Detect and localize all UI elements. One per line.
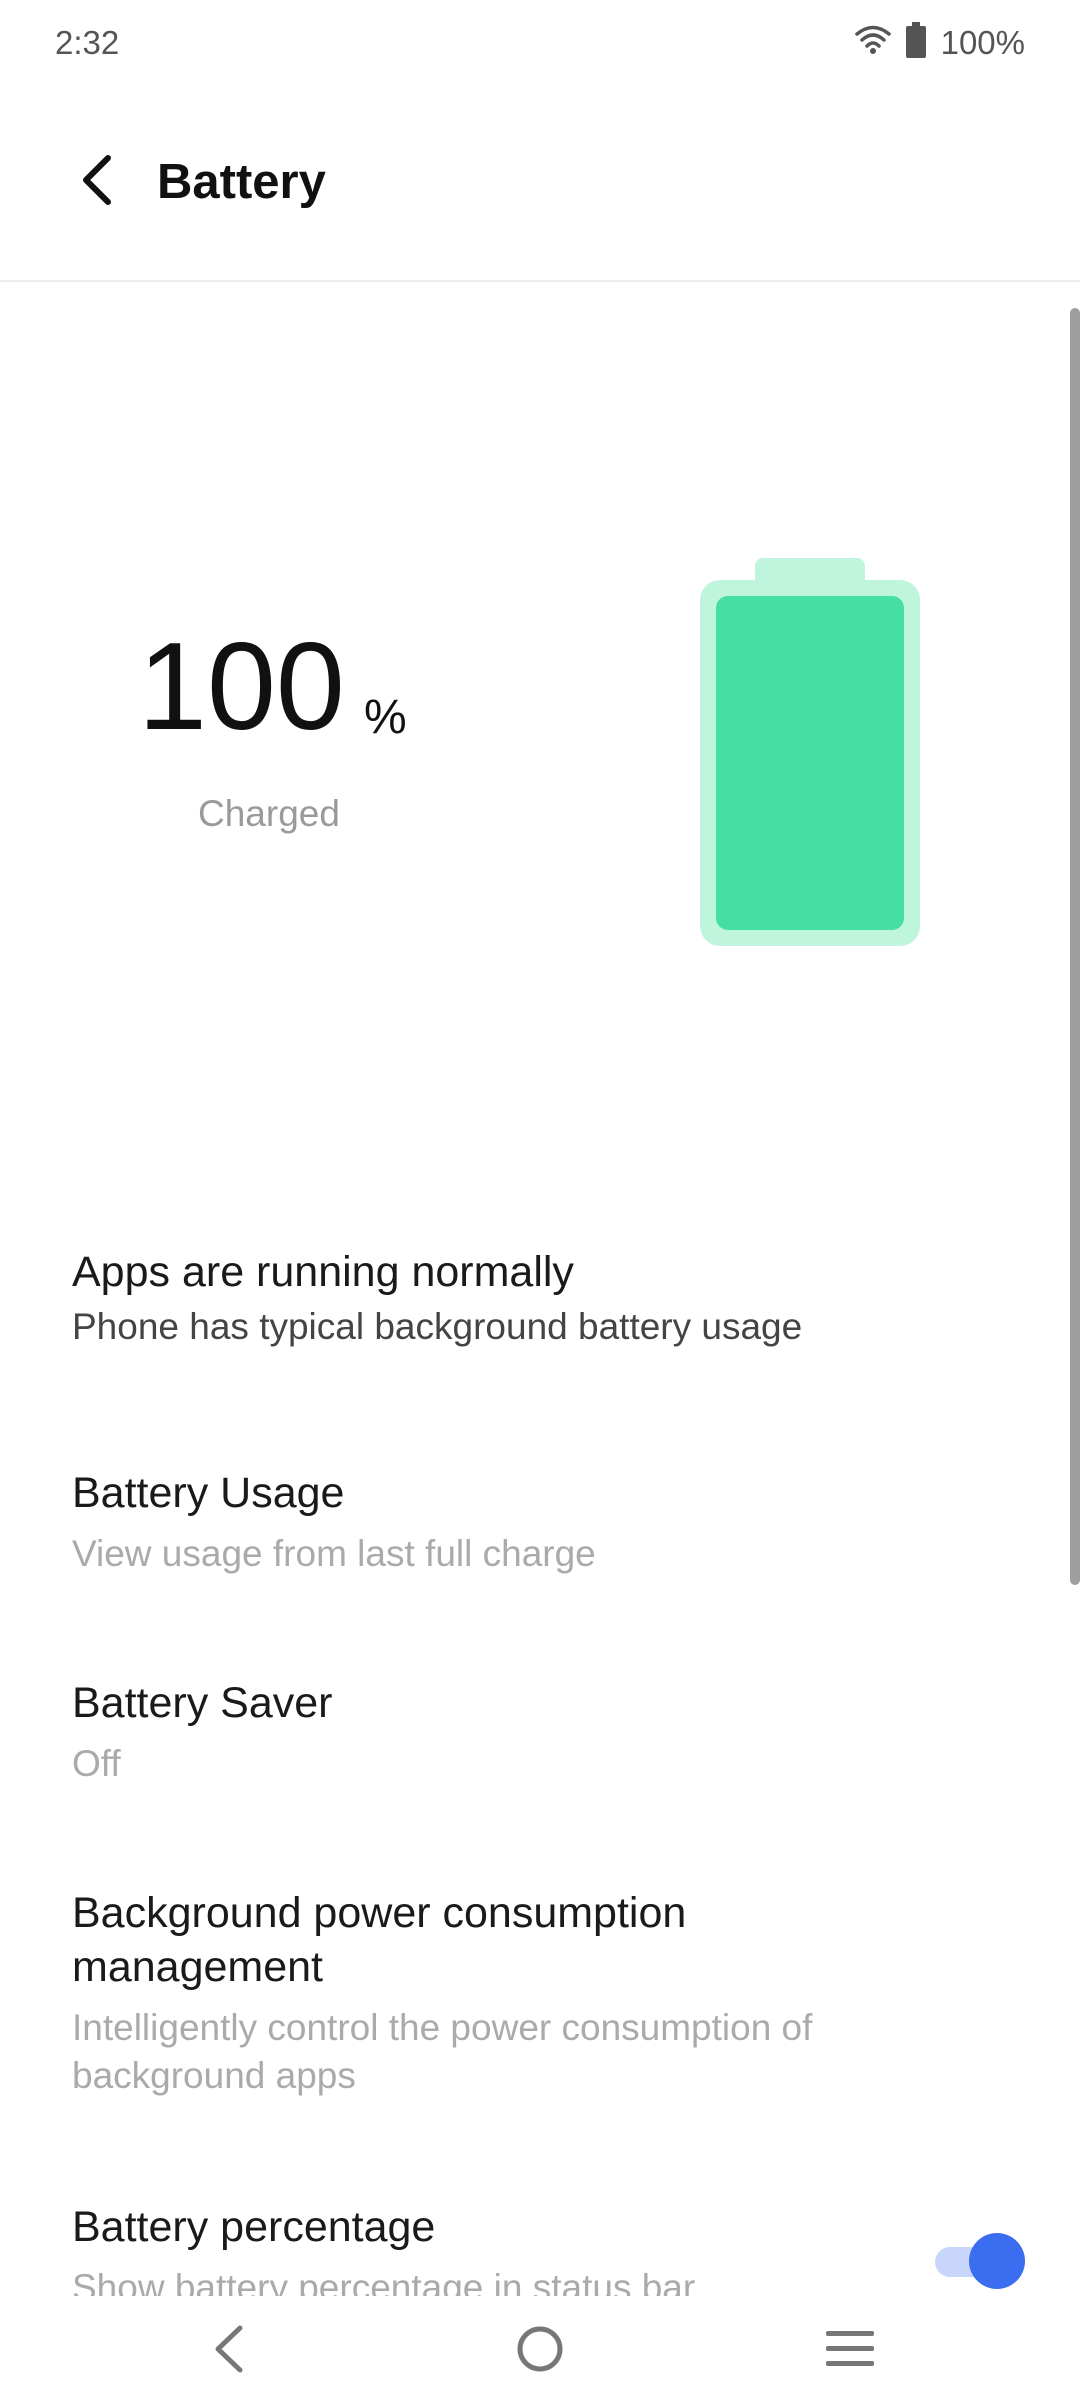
battery-percentage-toggle[interactable] xyxy=(935,2233,1027,2289)
item-subtitle: Phone has typical background battery usa… xyxy=(72,1306,803,1347)
navigation-bar xyxy=(0,2296,1080,2408)
list-item-apps-status[interactable]: Apps are running normally Phone has typi… xyxy=(72,1245,972,1351)
list-item-battery-saver[interactable]: Battery Saver Off xyxy=(72,1676,972,1788)
battery-fill xyxy=(716,596,904,930)
page-title: Battery xyxy=(157,155,326,209)
back-button[interactable] xyxy=(62,144,134,216)
nav-menu-button[interactable] xyxy=(810,2316,890,2382)
menu-icon xyxy=(826,2331,874,2366)
battery-settings-screen: 2:32 100% Battery 100 % Charged Apps are… xyxy=(0,0,1080,2408)
battery-graphic xyxy=(700,558,920,946)
item-title: Apps are running normally xyxy=(72,1248,574,1296)
status-time: 2:32 xyxy=(55,24,120,61)
list-item-battery-usage[interactable]: Battery Usage View usage from last full … xyxy=(72,1466,972,1578)
status-bar: 2:32 100% xyxy=(0,0,1080,92)
battery-status-label: Charged xyxy=(198,793,340,834)
item-title: Battery percentage xyxy=(72,2203,436,2251)
item-title: Battery Usage xyxy=(72,1469,345,1517)
item-subtitle: Off xyxy=(72,1743,121,1784)
status-icons: 100% xyxy=(854,22,1025,63)
list-item-background-power[interactable]: Background power consumption management … xyxy=(72,1886,972,2100)
home-circle-icon xyxy=(517,2326,563,2372)
scrollbar[interactable] xyxy=(1070,308,1080,1585)
item-subtitle: View usage from last full charge xyxy=(72,1533,596,1574)
battery-level-value: 100 xyxy=(138,618,345,756)
battery-level-unit: % xyxy=(364,691,407,744)
item-title: Battery Saver xyxy=(72,1679,333,1727)
battery-full-icon xyxy=(905,22,927,63)
toggle-knob xyxy=(969,2233,1025,2289)
back-triangle-icon xyxy=(215,2325,243,2373)
nav-home-button[interactable] xyxy=(500,2316,580,2382)
chevron-left-icon xyxy=(83,155,111,205)
status-battery-percent: 100% xyxy=(940,23,1025,61)
app-bar: Battery xyxy=(0,92,1080,282)
wifi-icon xyxy=(854,25,891,60)
item-subtitle: Intelligently control the power consumpt… xyxy=(72,2007,813,2096)
item-title: Background power consumption management xyxy=(72,1889,687,1991)
nav-back-button[interactable] xyxy=(188,2316,268,2382)
